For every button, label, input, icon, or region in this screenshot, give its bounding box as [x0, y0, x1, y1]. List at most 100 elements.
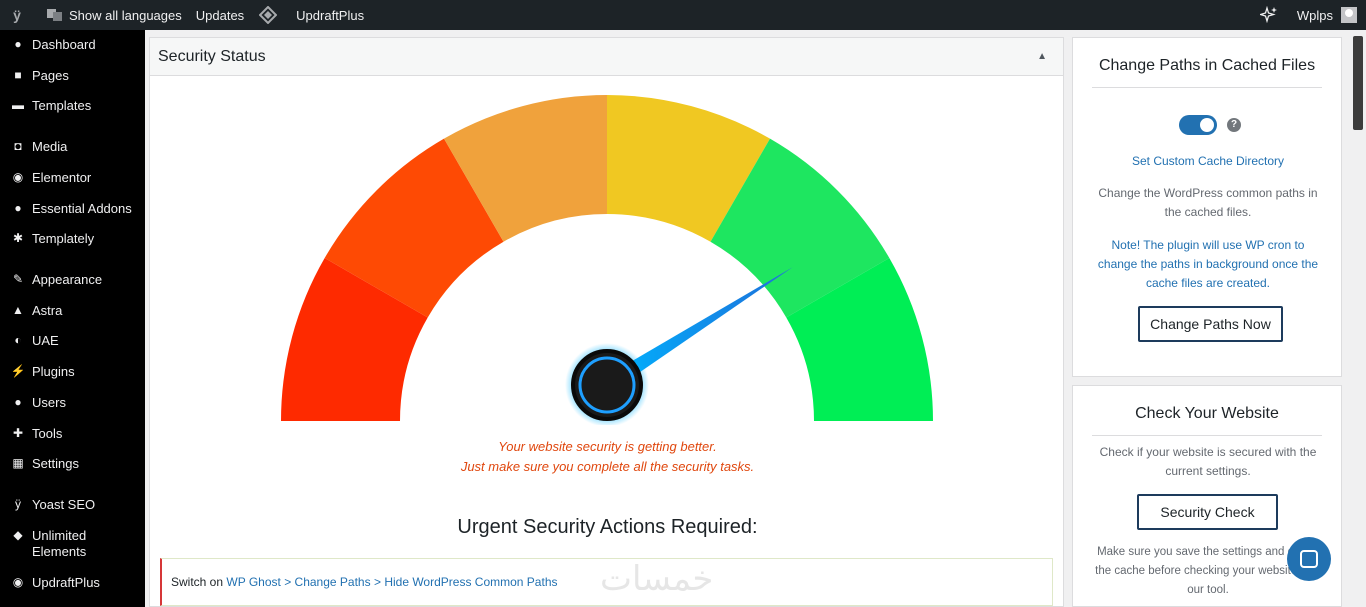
sidebar-item-settings[interactable]: ▦ Settings	[0, 456, 145, 472]
astra-icon: ▲	[12, 303, 24, 317]
sidebar-item-essential-addons[interactable]: ● Essential Addons	[0, 201, 145, 217]
sidebar-item-label: Settings	[32, 456, 79, 471]
sidebar-item-label: Appearance	[32, 272, 103, 287]
status-line-1: Your website security is getting better.	[498, 439, 717, 454]
sidebar-item-label: UpdraftPlus	[32, 575, 100, 590]
card-title: Check Your Website	[1092, 386, 1322, 436]
gauge-hub	[571, 349, 643, 421]
security-status-message: Your website security is getting better.…	[150, 437, 1065, 477]
ai-assistant-button[interactable]	[1252, 0, 1290, 30]
updates-label: Updates	[195, 7, 245, 23]
folder-icon: ▬	[12, 98, 24, 112]
panel-header: Security Status ▲	[150, 38, 1063, 76]
scrollbar-thumb[interactable]	[1353, 36, 1363, 130]
task-link-change-paths[interactable]: Change Paths	[295, 575, 371, 589]
sidebar-item-label: Pages	[32, 68, 69, 83]
sidebar-item-unlimited-elements[interactable]: ◆ Unlimited Elements	[0, 528, 145, 560]
security-check-button[interactable]: Security Check	[1137, 494, 1278, 530]
templately-icon: ✱	[12, 231, 24, 245]
avatar	[1341, 7, 1357, 23]
change-paths-now-button[interactable]: Change Paths Now	[1138, 306, 1283, 342]
page-scrollbar[interactable]	[1350, 30, 1366, 607]
sidebar-item-users[interactable]: ● Users	[0, 395, 145, 411]
urgent-actions-title: Urgent Security Actions Required:	[457, 516, 758, 538]
sidebar-item-plugins[interactable]: ⚡ Plugins	[0, 364, 145, 380]
task-prefix: Switch on	[171, 575, 224, 589]
admin-bar: ÿ Show all languages Updates UpdraftPlus…	[0, 0, 1366, 30]
media-icon: ◘	[14, 139, 22, 153]
sidebar-item-elementor[interactable]: ◉ Elementor	[0, 170, 145, 186]
watermark: خمسات	[600, 559, 714, 599]
task-separator: >	[373, 575, 381, 589]
appearance-icon: ✎	[12, 272, 24, 286]
gauge-needle	[565, 267, 793, 427]
task-link-hide-common-paths[interactable]: Hide WordPress Common Paths	[384, 575, 557, 589]
sidebar-item-label: Users	[32, 395, 66, 410]
sidebar-item-label: Templately	[32, 231, 95, 246]
essential-addons-icon: ●	[14, 201, 22, 215]
sidebar-item-label: Astra	[32, 303, 63, 318]
card-description: Check if your website is secured with th…	[1099, 445, 1317, 478]
change-paths-cached-card: Change Paths in Cached Files ? Set Custo…	[1072, 37, 1342, 377]
sidebar-item-templately[interactable]: ✱ Templately	[0, 231, 145, 247]
gauge-svg	[281, 95, 933, 427]
sidebar-item-astra[interactable]: ▲ Astra	[0, 303, 145, 319]
sidebar-item-media[interactable]: ◘ Media	[0, 139, 145, 155]
sidebar-item-label: Plugins	[32, 364, 75, 379]
sidebar-item-label: Unlimited Elements	[32, 528, 87, 559]
card-description: Change the WordPress common paths in the…	[1098, 186, 1318, 219]
unlimited-elements-icon: ◆	[13, 528, 23, 542]
yoast-logo-icon: ÿ	[13, 7, 21, 23]
task-separator: >	[284, 575, 292, 589]
card-title: Change Paths in Cached Files	[1092, 38, 1322, 88]
sidebar-item-updraftplus[interactable]: ◉ UpdraftPlus	[0, 575, 145, 591]
user-name: Wplps	[1296, 7, 1333, 23]
panel-title: Security Status	[158, 47, 266, 65]
updraft-diamond-icon	[258, 5, 278, 25]
task-link-wp-ghost[interactable]: WP Ghost	[226, 575, 280, 589]
security-gauge	[281, 95, 933, 427]
sidebar-item-label: Essential Addons	[32, 201, 132, 216]
sidebar-item-label: Templates	[32, 98, 92, 113]
cache-paths-toggle[interactable]	[1179, 115, 1217, 135]
sidebar-item-templates[interactable]: ▬ Templates	[0, 98, 145, 114]
yoast-logo-button[interactable]: ÿ	[0, 0, 38, 30]
sidebar-item-tools[interactable]: ✚ Tools	[0, 426, 145, 442]
sidebar-item-label: Dashboard	[32, 37, 96, 52]
sidebar-item-label: Media	[32, 139, 68, 154]
help-icon[interactable]: ?	[1227, 118, 1241, 132]
sidebar-item-appearance[interactable]: ✎ Appearance	[0, 272, 145, 288]
status-line-2: Just make sure you complete all the secu…	[460, 459, 755, 474]
sidebar-item-label: Elementor	[32, 170, 92, 185]
updraftplus-icon: ◉	[12, 575, 24, 589]
sidebar-item-label: Yoast SEO	[32, 497, 96, 512]
uae-icon: ◐	[14, 333, 22, 347]
pages-icon: ■	[14, 68, 22, 82]
set-custom-cache-directory-link[interactable]: Set Custom Cache Directory	[1073, 154, 1343, 168]
sidebar-item-label: UAE	[32, 333, 59, 348]
users-icon: ●	[14, 395, 22, 409]
updraftplus-label: UpdraftPlus	[296, 7, 365, 23]
sidebar-item-yoast-seo[interactable]: ÿ Yoast SEO	[0, 497, 145, 513]
yoast-icon: ÿ	[15, 497, 21, 511]
updraftplus-menu[interactable]: UpdraftPlus	[251, 0, 371, 30]
sidebar-item-label: Tools	[32, 426, 63, 441]
user-account-menu[interactable]: Wplps	[1290, 0, 1366, 30]
sidebar-item-pages[interactable]: ■ Pages	[0, 68, 145, 84]
settings-icon: ▦	[12, 456, 24, 470]
admin-sidebar: ● Dashboard ■ Pages ▬ Templates ◘ Media …	[0, 30, 145, 607]
chat-icon	[1300, 550, 1318, 568]
sidebar-item-dashboard[interactable]: ● Dashboard	[0, 37, 145, 53]
plugins-icon: ⚡	[10, 364, 26, 378]
updates-link[interactable]: Updates	[189, 0, 251, 30]
language-switcher[interactable]: Show all languages	[38, 0, 189, 30]
translate-icon	[45, 5, 65, 25]
collapse-toggle-icon[interactable]: ▲	[1037, 51, 1047, 62]
language-label: Show all languages	[69, 7, 182, 23]
elementor-icon: ◉	[12, 170, 24, 184]
sparkle-icon	[1259, 5, 1279, 25]
chat-support-button[interactable]	[1287, 537, 1331, 581]
card-note: Note! The plugin will use WP cron to cha…	[1097, 238, 1319, 290]
sidebar-item-uae[interactable]: ◐ UAE	[0, 333, 145, 349]
dashboard-icon: ●	[14, 37, 22, 51]
